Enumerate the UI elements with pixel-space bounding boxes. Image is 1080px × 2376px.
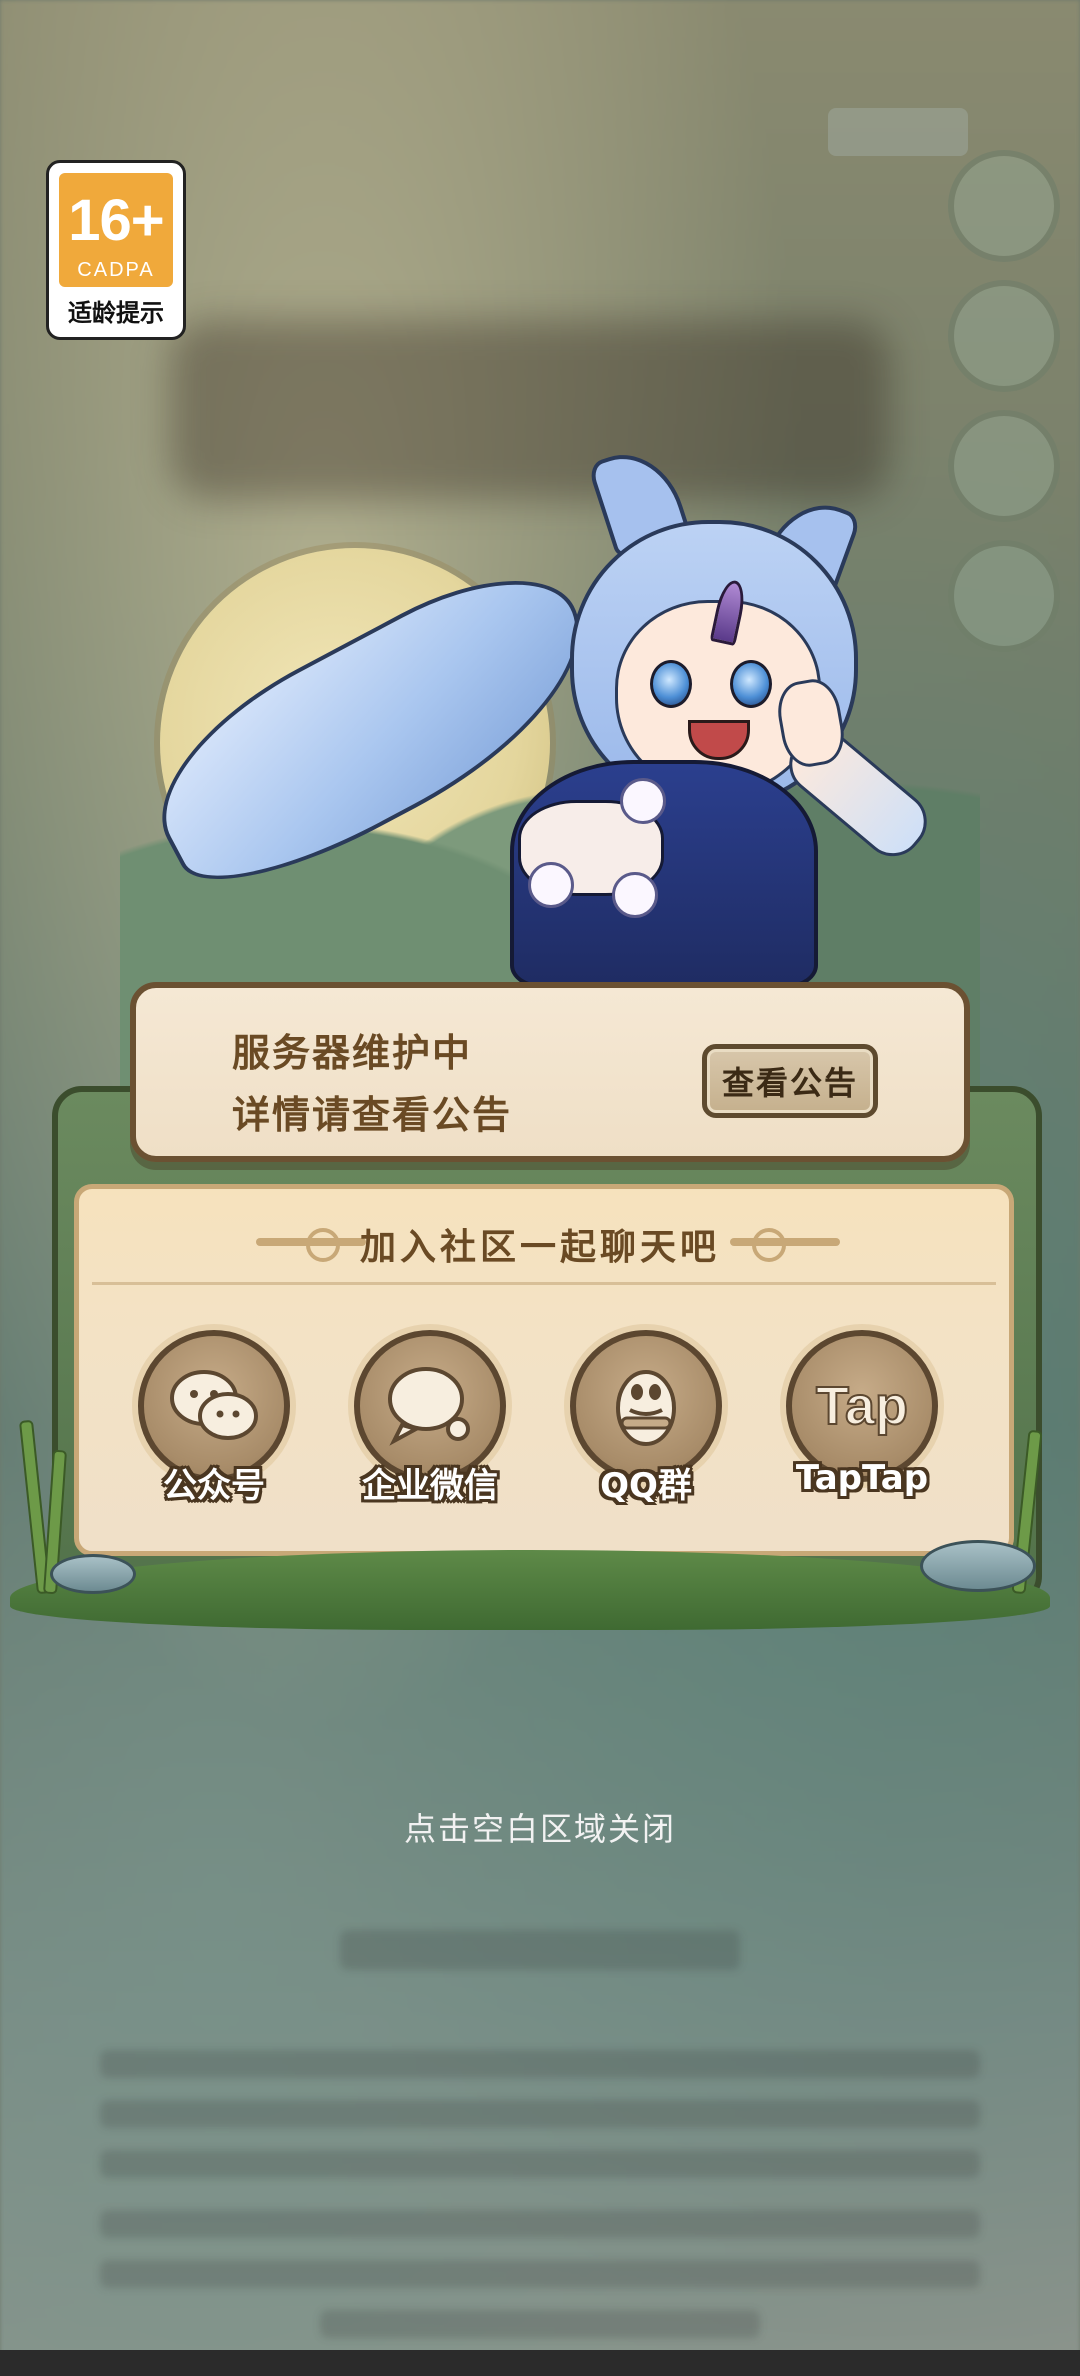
social-button-wechat-official[interactable]: 公众号 [134, 1330, 294, 1510]
community-title: 加入社区一起聊天吧 [359, 1227, 720, 1268]
rock-decoration [50, 1554, 136, 1594]
background-avatar [948, 150, 1060, 262]
panel-divider [92, 1282, 996, 1285]
background-text [100, 2050, 980, 2078]
age-rating-hint: 适龄提示 [68, 299, 164, 327]
background-avatar [948, 410, 1060, 522]
background-avatar [948, 280, 1060, 392]
background-text [340, 1930, 740, 1970]
view-announcement-button[interactable]: 查看公告 [702, 1044, 878, 1118]
age-rating-badge[interactable]: 16+ CADPA 适龄提示 [46, 160, 186, 340]
notice-subtitle: 详情请查看公告 [232, 1093, 513, 1137]
background-game-logo [170, 320, 890, 500]
character-eye-right [730, 660, 772, 708]
background-tag [828, 108, 968, 156]
background-text [320, 2310, 760, 2338]
social-button-wecom[interactable]: 企业微信 [350, 1330, 510, 1510]
background-text [100, 2210, 980, 2238]
social-label: 公众号 [163, 1466, 265, 1506]
character-pompom [612, 872, 658, 918]
age-rating-color-block: 16+ CADPA [59, 173, 173, 287]
background-text [100, 2260, 980, 2288]
social-button-qq-group[interactable]: QQ群 [566, 1330, 726, 1510]
background-text [100, 2100, 980, 2128]
character-eye-left [650, 660, 692, 708]
close-hint[interactable]: 点击空白区域关闭 [0, 1804, 1080, 1850]
maintenance-notice-card: 服务器维护中 详情请查看公告 查看公告 [130, 982, 970, 1162]
character-pompom [620, 778, 666, 824]
social-button-taptap[interactable]: Tap TapTap [782, 1330, 942, 1510]
rock-decoration [920, 1540, 1036, 1592]
social-label: TapTap [795, 1458, 929, 1498]
background-text [100, 2150, 980, 2178]
social-label: QQ群 [600, 1466, 692, 1506]
age-rating-number: 16+ [68, 188, 164, 253]
notice-title: 服务器维护中 [232, 1031, 473, 1075]
age-rating-org: CADPA [77, 259, 155, 281]
bottom-bar [0, 2350, 1080, 2376]
taptap-glyph: Tap [815, 1375, 909, 1437]
social-label: 企业微信 [362, 1466, 498, 1506]
character-pompom [528, 862, 574, 908]
